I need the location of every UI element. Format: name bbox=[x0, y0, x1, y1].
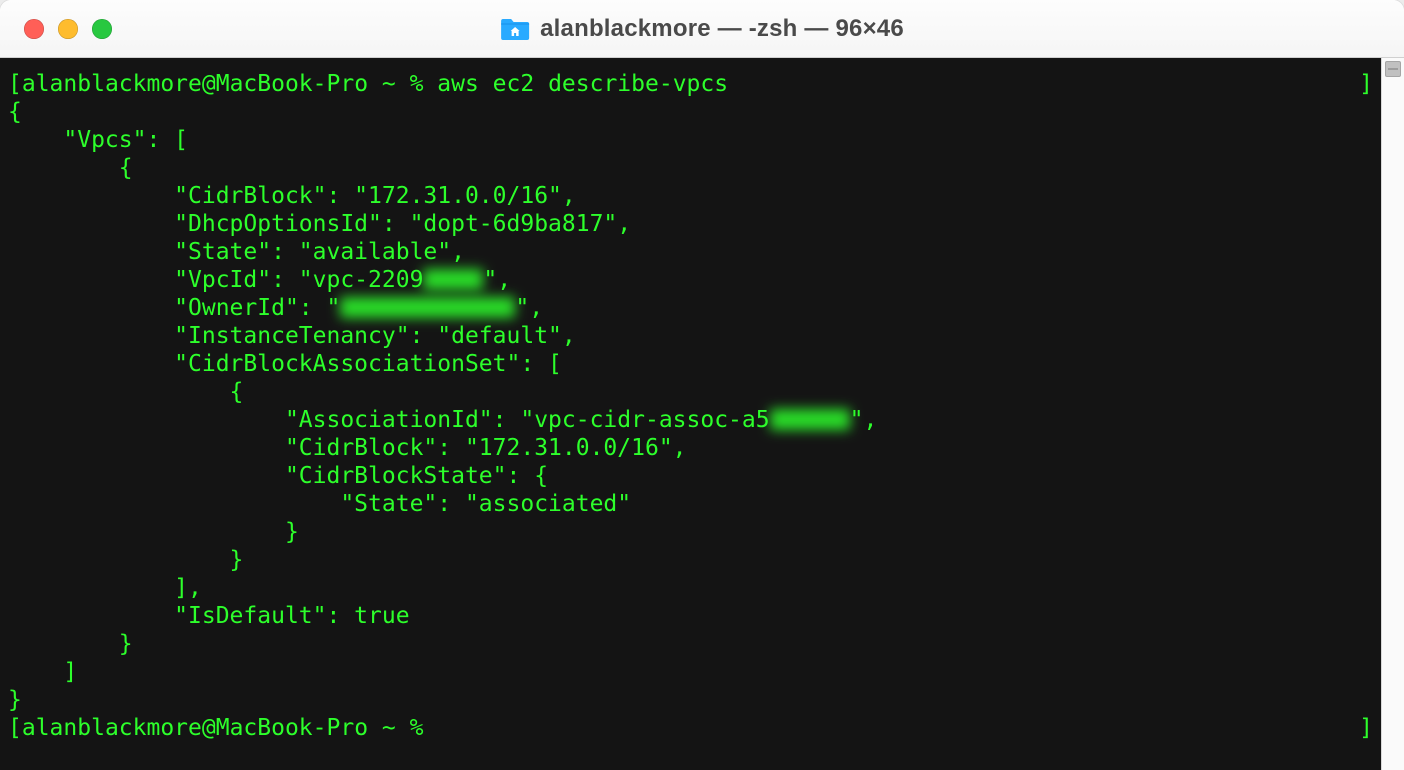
output-line: ] bbox=[8, 658, 1373, 686]
redacted-vpcid bbox=[423, 269, 483, 290]
traffic-lights bbox=[0, 19, 112, 39]
output-line: { bbox=[8, 98, 1373, 126]
command-text: aws ec2 describe-vpcs bbox=[437, 71, 728, 97]
titlebar[interactable]: alanblackmore — -zsh — 96×46 bbox=[0, 0, 1404, 58]
redacted-ownerid bbox=[340, 297, 515, 318]
prompt-user-host: alanblackmore@MacBook-Pro bbox=[22, 715, 368, 741]
prompt-separator: ~ % bbox=[368, 715, 437, 741]
output-line: "CidrBlock": "172.31.0.0/16", bbox=[8, 434, 1373, 462]
terminal-area: [alanblackmore@MacBook-Pro ~ % aws ec2 d… bbox=[0, 58, 1404, 770]
prompt-user-host: alanblackmore@MacBook-Pro bbox=[22, 71, 368, 97]
output-line: } bbox=[8, 630, 1373, 658]
zoom-icon[interactable] bbox=[92, 19, 112, 39]
bracket-open: [ bbox=[8, 715, 22, 741]
window-title-text: alanblackmore — -zsh — 96×46 bbox=[540, 15, 904, 43]
output-line: "InstanceTenancy": "default", bbox=[8, 322, 1373, 350]
redacted-associd bbox=[770, 409, 850, 430]
output-line: { bbox=[8, 378, 1373, 406]
output-line: "State": "associated" bbox=[8, 490, 1373, 518]
close-icon[interactable] bbox=[24, 19, 44, 39]
bracket-open: [ bbox=[8, 71, 22, 97]
scrollbar[interactable] bbox=[1381, 58, 1404, 770]
output-line: "Vpcs": [ bbox=[8, 126, 1373, 154]
output-line: "OwnerId": "", bbox=[8, 294, 1373, 322]
output-line: "State": "available", bbox=[8, 238, 1373, 266]
terminal-window: alanblackmore — -zsh — 96×46 [alanblackm… bbox=[0, 0, 1404, 770]
prompt-line-1: [alanblackmore@MacBook-Pro ~ % aws ec2 d… bbox=[8, 70, 1373, 98]
output-line: "VpcId": "vpc-2209", bbox=[8, 266, 1373, 294]
home-folder-icon bbox=[500, 16, 530, 41]
output-line: ], bbox=[8, 574, 1373, 602]
bracket-close: ] bbox=[1359, 70, 1373, 98]
minimize-icon[interactable] bbox=[58, 19, 78, 39]
terminal-output[interactable]: [alanblackmore@MacBook-Pro ~ % aws ec2 d… bbox=[0, 58, 1381, 770]
output-line: "CidrBlock": "172.31.0.0/16", bbox=[8, 182, 1373, 210]
output-line: { bbox=[8, 154, 1373, 182]
output-line: "IsDefault": true bbox=[8, 602, 1373, 630]
output-line: "CidrBlockAssociationSet": [ bbox=[8, 350, 1373, 378]
prompt-separator: ~ % bbox=[368, 71, 437, 97]
output-line: "CidrBlockState": { bbox=[8, 462, 1373, 490]
prompt-line-2: [alanblackmore@MacBook-Pro ~ % ] bbox=[8, 714, 1373, 742]
output-line: } bbox=[8, 518, 1373, 546]
bracket-close: ] bbox=[1359, 714, 1373, 742]
scrollbar-thumb[interactable] bbox=[1385, 61, 1401, 77]
output-line: } bbox=[8, 546, 1373, 574]
window-title: alanblackmore — -zsh — 96×46 bbox=[500, 15, 904, 43]
output-line: } bbox=[8, 686, 1373, 714]
output-line: "AssociationId": "vpc-cidr-assoc-a5", bbox=[8, 406, 1373, 434]
output-line: "DhcpOptionsId": "dopt-6d9ba817", bbox=[8, 210, 1373, 238]
